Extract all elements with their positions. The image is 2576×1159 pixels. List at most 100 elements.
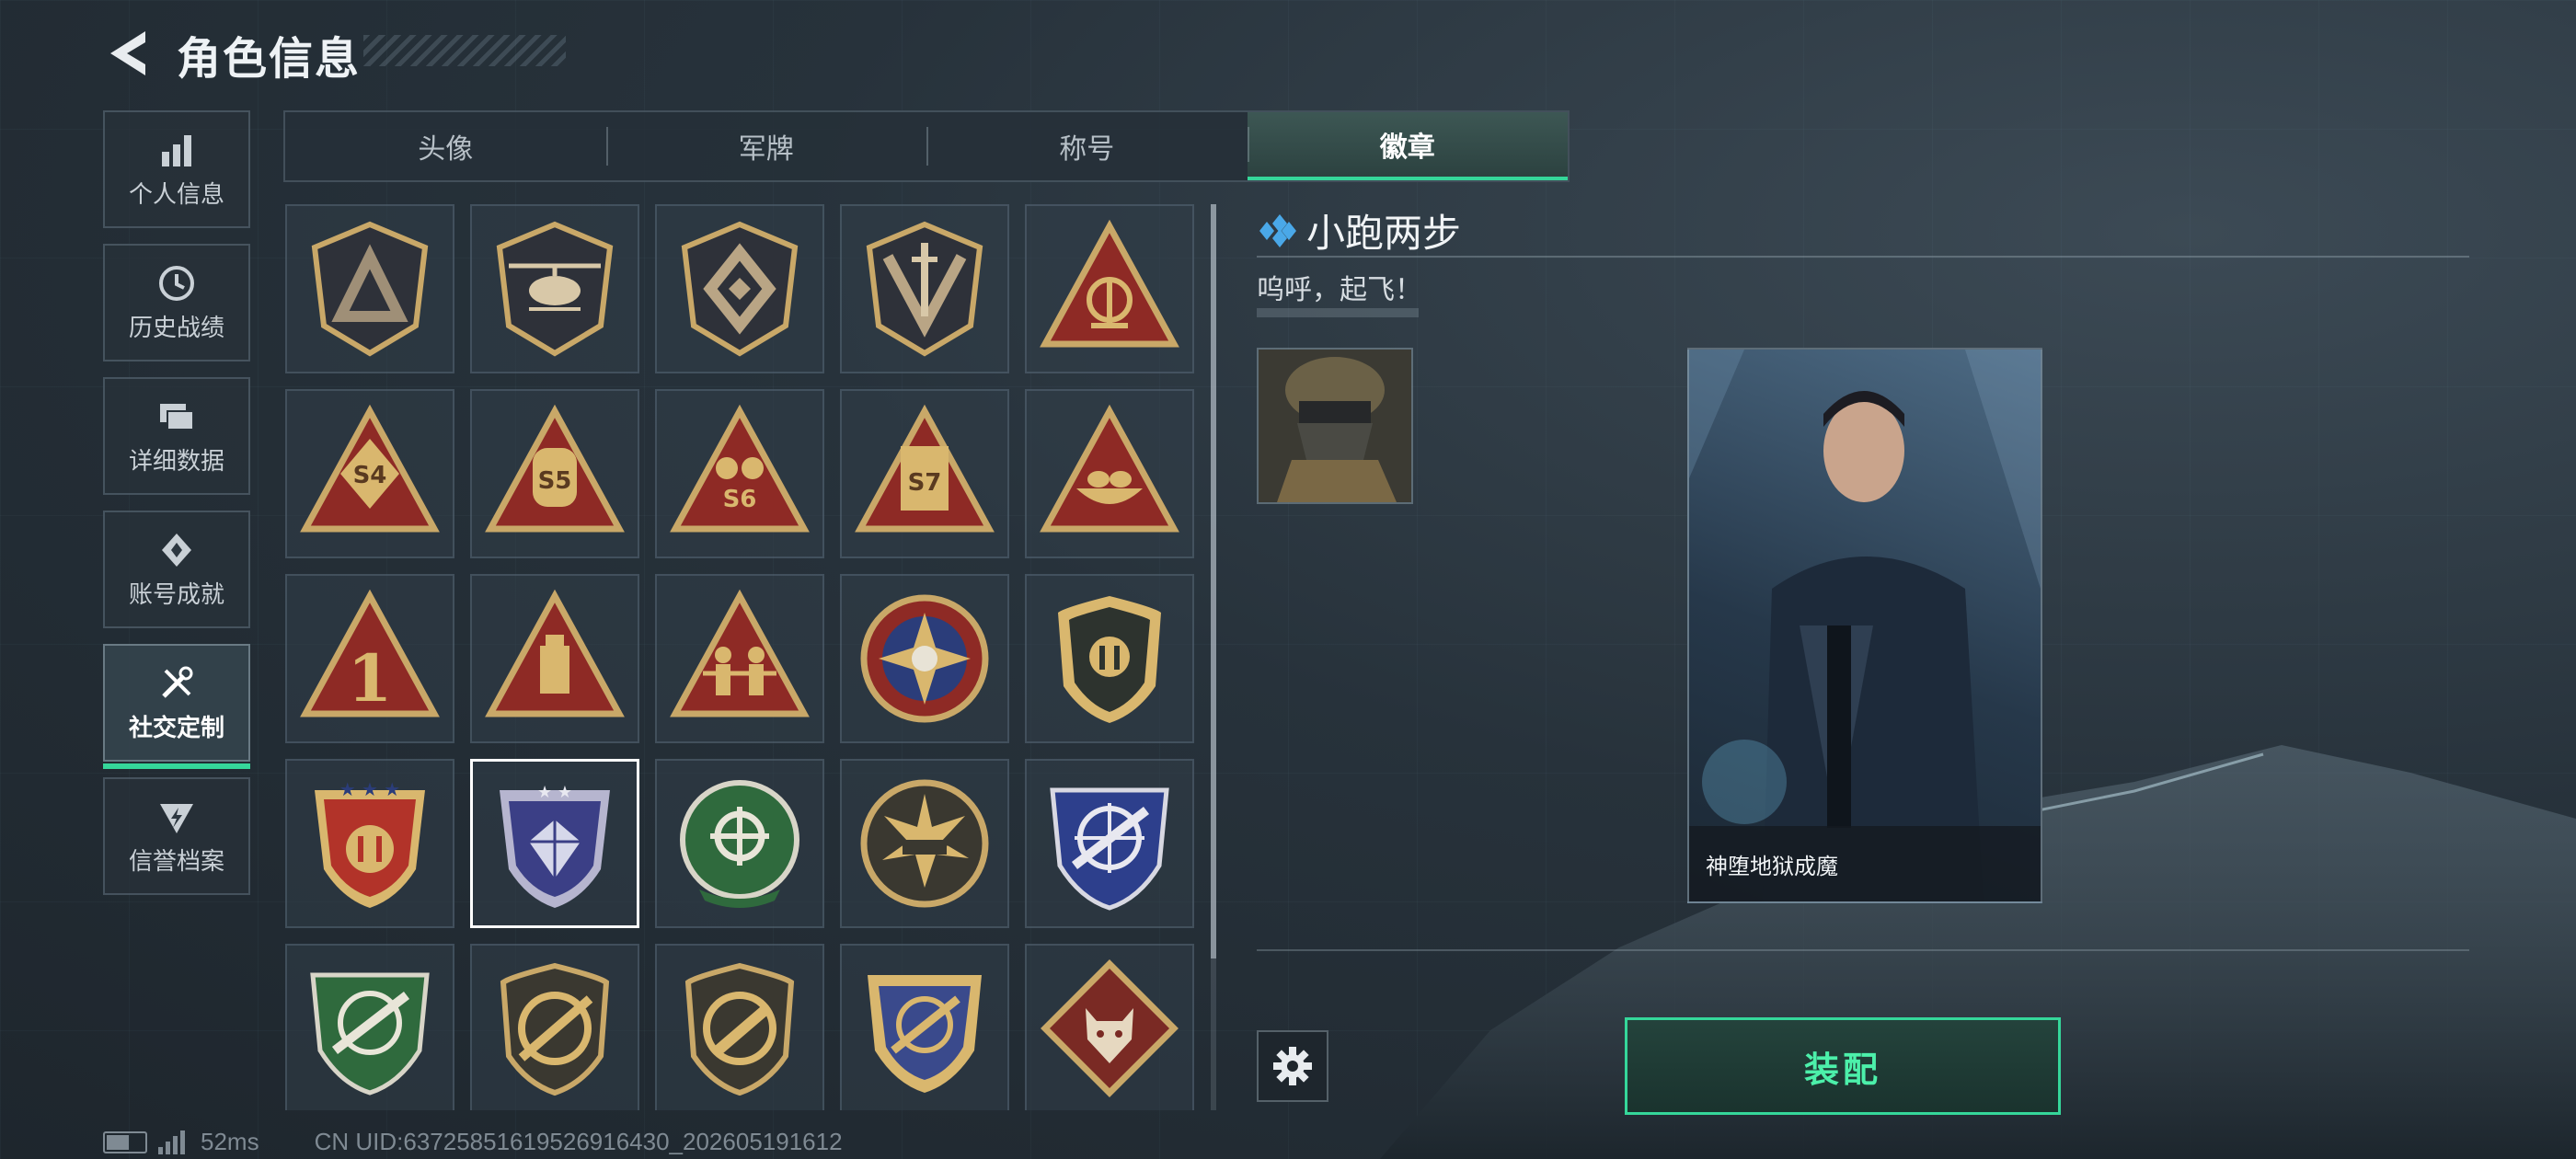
badge-cell[interactable]: S4 [285,389,454,558]
season-s4-badge-icon: S4 [300,404,440,533]
green-rifle-shield-badge-icon [310,972,430,1096]
pistol-ring-badge-icon [684,962,795,1096]
tab-avatar[interactable]: 头像 [285,112,606,180]
badge-cell[interactable] [470,574,639,743]
season-s5-badge-icon: S5 [485,404,625,533]
badge-cell[interactable]: ★ ★ ★ [285,759,454,928]
ping-text: 52ms [201,1128,259,1155]
sidebar-item-label: 账号成就 [128,580,224,609]
nest-triangle-badge-icon [1040,404,1179,533]
equip-button[interactable]: 装配 [1625,1017,2061,1115]
tools-icon [162,666,193,698]
badge-cell-selected[interactable]: ★ ★ [470,759,639,928]
badge-cell[interactable] [655,944,824,1110]
sidebar-item-history[interactable]: 历史战绩 [103,244,250,361]
badge-cell[interactable] [655,759,824,928]
avatar[interactable] [1257,348,1413,504]
badge-cell[interactable] [840,944,1009,1110]
badge-cell[interactable] [1025,759,1194,928]
card-name: 神堕地狱成魔 [1706,853,1838,879]
svg-text:1: 1 [348,640,393,717]
tab-dog-tag[interactable]: 军牌 [605,112,927,180]
title-decoration [363,35,566,66]
wolf-diamond-badge-icon [1041,959,1179,1097]
scrollbar-thumb[interactable] [1211,204,1216,958]
svg-text:S5: S5 [538,467,572,495]
season-s6-badge-icon: S6 [670,404,810,533]
sidebar-item-label: 历史战绩 [128,314,224,342]
badge-cell[interactable] [840,759,1009,928]
tank-burst-badge-icon [860,779,989,908]
settings-button[interactable] [1257,1030,1328,1102]
sidebar-item-reputation[interactable]: 信誉档案 [103,777,250,895]
badge-cell[interactable] [1025,389,1194,558]
badge-cell[interactable]: 1 [285,574,454,743]
badge-detail-header: 小跑两步 [1257,202,1461,258]
sidebar-item-label: 详细数据 [128,447,224,476]
sword-shield-badge-icon [866,221,983,357]
usb-triangle-badge-icon [485,589,625,717]
reputation-shield-icon [160,803,193,833]
blue-rifle-badge-icon [1050,787,1169,911]
badge-cell[interactable] [470,204,639,373]
svg-text:S7: S7 [908,469,942,497]
badge-cell[interactable] [840,574,1009,743]
tab-badge[interactable]: 徽章 [1247,112,1568,180]
sidebar: 个人信息 历史战绩 详细数据 账号成就 社交定制 信誉档案 [103,110,250,911]
badge-cell[interactable] [285,204,454,373]
equip-button-label: 装配 [1803,1049,1881,1090]
status-bar: 52ms CN UID:637258516195269164​30_202605… [103,1128,843,1156]
sidebar-item-achievements[interactable]: 账号成就 [103,511,250,628]
signal-icon [158,1130,185,1154]
number-one-badge-icon: 1 [300,589,440,717]
sidebar-item-label: 社交定制 [128,714,224,742]
badge-cell[interactable]: S7 [840,389,1009,558]
sidebar-item-social-custom[interactable]: 社交定制 [103,644,250,769]
badge-cell[interactable] [470,944,639,1110]
badge-grid-scrollbar[interactable] [1211,204,1216,1110]
diamonds-icon [1259,213,1296,247]
achievement-icon [162,533,191,567]
tab-title[interactable]: 称号 [926,112,1248,180]
gold-rifle-shield-badge-icon [868,975,982,1093]
back-arrow-icon[interactable] [103,26,158,81]
sidebar-item-label: 信誉档案 [128,847,224,876]
badge-cell[interactable] [840,204,1009,373]
sidebar-item-personal-info[interactable]: 个人信息 [103,110,250,228]
divider [1257,949,2469,951]
character-portrait-image [1689,350,2041,901]
badge-cell[interactable] [655,574,824,743]
badge-cell[interactable]: S5 [470,389,639,558]
badge-cell[interactable] [655,204,824,373]
svg-text:S4: S4 [353,462,387,489]
hex-shield-badge-icon [681,221,799,357]
svg-text:★ ★: ★ ★ [537,783,572,802]
sidebar-item-detailed-data[interactable]: 详细数据 [103,377,250,495]
folders-icon [160,403,194,430]
badge-name: 小跑两步 [1306,211,1462,256]
uid-text: CN UID:637258516195269164​30_20260519161… [314,1128,843,1155]
badge-cell[interactable] [1025,204,1194,373]
dark-shield-badge-icon [1058,596,1161,723]
svg-text:★ ★ ★: ★ ★ ★ [339,778,401,800]
gear-icon [1273,1047,1312,1085]
badge-cell[interactable] [1025,574,1194,743]
diamond-shield-badge-icon: ★ ★ [500,783,610,908]
description-underline [1257,308,1419,317]
character-card[interactable]: 神堕地狱成魔 [1687,348,2042,903]
rifle-ring-badge-icon [500,962,610,1096]
clock-history-icon [159,265,194,301]
page-title: 角色信息 [177,33,362,85]
badge-cell[interactable] [1025,944,1194,1110]
badge-cell[interactable]: S6 [655,389,824,558]
helicopter-badge-icon [496,221,614,357]
badge-grid: S4 S5 S6 S7 1 ★ ★ ★ ★ ★ [285,204,1196,1110]
badge-description: 呜呼，起飞！ [1257,274,1422,306]
green-crosshair-badge-icon [680,780,799,908]
radar-triangle-badge-icon [1040,219,1179,348]
tab-bar: 头像 军牌 称号 徽章 [283,110,1570,182]
shield-triangle-badge-icon [311,221,429,357]
star-skull-badge-icon [860,594,989,723]
sidebar-item-label: 个人信息 [128,180,224,209]
badge-cell[interactable] [285,944,454,1110]
